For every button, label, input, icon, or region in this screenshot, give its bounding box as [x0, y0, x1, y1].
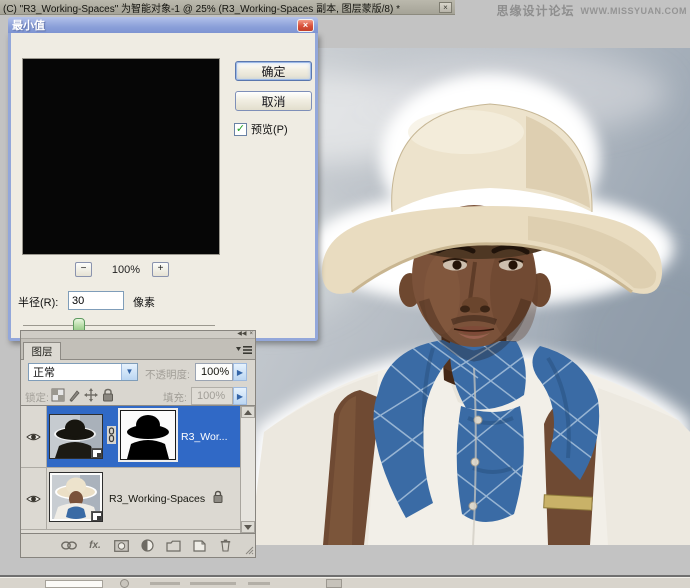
fill-value[interactable]: 100% — [191, 387, 233, 405]
palette-close-icon[interactable]: × — [249, 331, 253, 338]
zoom-out-button[interactable]: − — [75, 262, 92, 277]
radius-label: 半径(R): — [18, 294, 58, 310]
layers-scrollbar[interactable] — [240, 406, 255, 533]
mask-link-icon[interactable] — [107, 426, 116, 444]
scroll-up-icon[interactable] — [241, 406, 255, 418]
preview-checkbox[interactable]: ✓ — [234, 123, 247, 136]
document-title: (C) "R3_Working-Spaces" 为智能对象-1 @ 25% (R… — [3, 0, 439, 15]
fill-label: 填充: — [163, 390, 187, 405]
lock-label: 锁定: — [25, 390, 49, 405]
blend-mode-select[interactable]: 正常 ▼ — [28, 363, 138, 381]
preview-zoom-level: 100% — [103, 264, 149, 276]
ok-button[interactable]: 确定 — [235, 61, 312, 81]
sliver-mark — [248, 582, 270, 585]
preview-checkbox-label: 预览(P) — [251, 121, 288, 137]
layer-row-background[interactable]: R3_Working-Spaces — [21, 468, 240, 530]
lock-transparency-icon[interactable] — [51, 388, 65, 402]
dialog-titlebar[interactable]: 最小值 × — [8, 17, 318, 33]
lock-position-move-icon[interactable] — [84, 388, 98, 402]
eye-icon[interactable] — [26, 432, 41, 442]
sliver-icon — [120, 579, 129, 588]
lock-row: 锁定: 填充: 100% ▶ — [21, 384, 255, 406]
eye-icon[interactable] — [26, 494, 41, 504]
lock-all-icon[interactable] — [101, 388, 115, 402]
document-close-icon[interactable]: × — [439, 2, 452, 13]
layer-name[interactable]: R3_Working-Spaces — [109, 493, 205, 505]
radius-slider-track[interactable] — [23, 325, 215, 326]
opacity-value[interactable]: 100% — [195, 363, 233, 381]
layer-row-smart-object[interactable]: R3_Wor... — [21, 406, 240, 468]
panel-resize-grip[interactable] — [245, 546, 254, 555]
radius-input[interactable] — [68, 291, 124, 310]
lock-pixels-brush-icon[interactable] — [68, 388, 82, 402]
watermark-url: WWW.MISSYUAN.COM — [581, 6, 688, 16]
layer-thumbnail[interactable] — [49, 414, 103, 459]
tab-layers[interactable]: 图层 — [23, 342, 61, 360]
layers-panel: ◀◀ × 图层 正常 ▼ 不透明度: 100% ▶ 锁定: — [20, 330, 256, 558]
new-group-icon[interactable] — [165, 538, 181, 553]
minimum-filter-dialog: 最小值 × 确定 取消 ✓ 预览(P) − 100% + 半径(R): 像素 — [8, 33, 318, 341]
opacity-arrow-icon[interactable]: ▶ — [233, 363, 247, 381]
delete-layer-trash-icon[interactable] — [217, 538, 233, 553]
filter-preview-pane[interactable] — [22, 58, 220, 255]
link-layers-icon[interactable] — [61, 538, 77, 553]
layers-toolbar: fx. — [21, 533, 255, 557]
dialog-title: 最小值 — [12, 17, 297, 33]
blend-mode-arrow-icon[interactable]: ▼ — [121, 364, 137, 380]
panel-tab-row: 图层 — [21, 339, 255, 360]
zoom-in-button[interactable]: + — [152, 262, 169, 277]
layer-thumbnail[interactable] — [49, 472, 103, 522]
blend-mode-value: 正常 — [29, 364, 121, 380]
blend-mode-row: 正常 ▼ 不透明度: 100% ▶ — [21, 360, 255, 384]
sliver-button — [326, 579, 342, 588]
new-layer-icon[interactable] — [191, 538, 207, 553]
layer-style-icon[interactable]: fx. — [87, 538, 103, 553]
dialog-close-icon[interactable]: × — [297, 19, 314, 32]
layer-name[interactable]: R3_Wor... — [181, 431, 228, 443]
sliver-mark — [150, 582, 180, 585]
layer-mask-thumbnail[interactable] — [120, 410, 176, 460]
smart-object-badge-icon — [91, 511, 103, 522]
photoshop-screenshot: (C) "R3_Working-Spaces" 为智能对象-1 @ 25% (R… — [0, 0, 690, 588]
radius-unit-label: 像素 — [133, 294, 155, 310]
scroll-down-icon[interactable] — [241, 521, 255, 533]
visibility-cell[interactable] — [21, 468, 47, 529]
sliver-field — [45, 580, 103, 588]
layer-lock-icon — [212, 490, 224, 504]
smart-object-badge-icon — [91, 448, 103, 459]
visibility-cell[interactable] — [21, 406, 47, 467]
collapse-icon[interactable]: ◀◀ — [237, 331, 246, 338]
palette-well-bar: ◀◀ × — [21, 331, 255, 339]
document-titlebar[interactable]: (C) "R3_Working-Spaces" 为智能对象-1 @ 25% (R… — [0, 0, 455, 15]
add-mask-icon[interactable] — [113, 538, 129, 553]
panel-menu-icon[interactable] — [236, 344, 252, 356]
opacity-label: 不透明度: — [145, 367, 190, 382]
layers-list: R3_Wor... — [21, 406, 255, 533]
preview-checkbox-row: ✓ 预览(P) — [234, 121, 288, 137]
bottom-window-sliver — [0, 577, 690, 588]
adjustment-layer-icon[interactable] — [139, 538, 155, 553]
fill-arrow-icon[interactable]: ▶ — [233, 387, 247, 405]
watermark: 思缘设计论坛 WWW.MISSYUAN.COM — [496, 2, 687, 19]
watermark-forum-name: 思缘设计论坛 — [496, 2, 574, 19]
cancel-button[interactable]: 取消 — [235, 91, 312, 111]
sliver-mark — [190, 582, 236, 585]
